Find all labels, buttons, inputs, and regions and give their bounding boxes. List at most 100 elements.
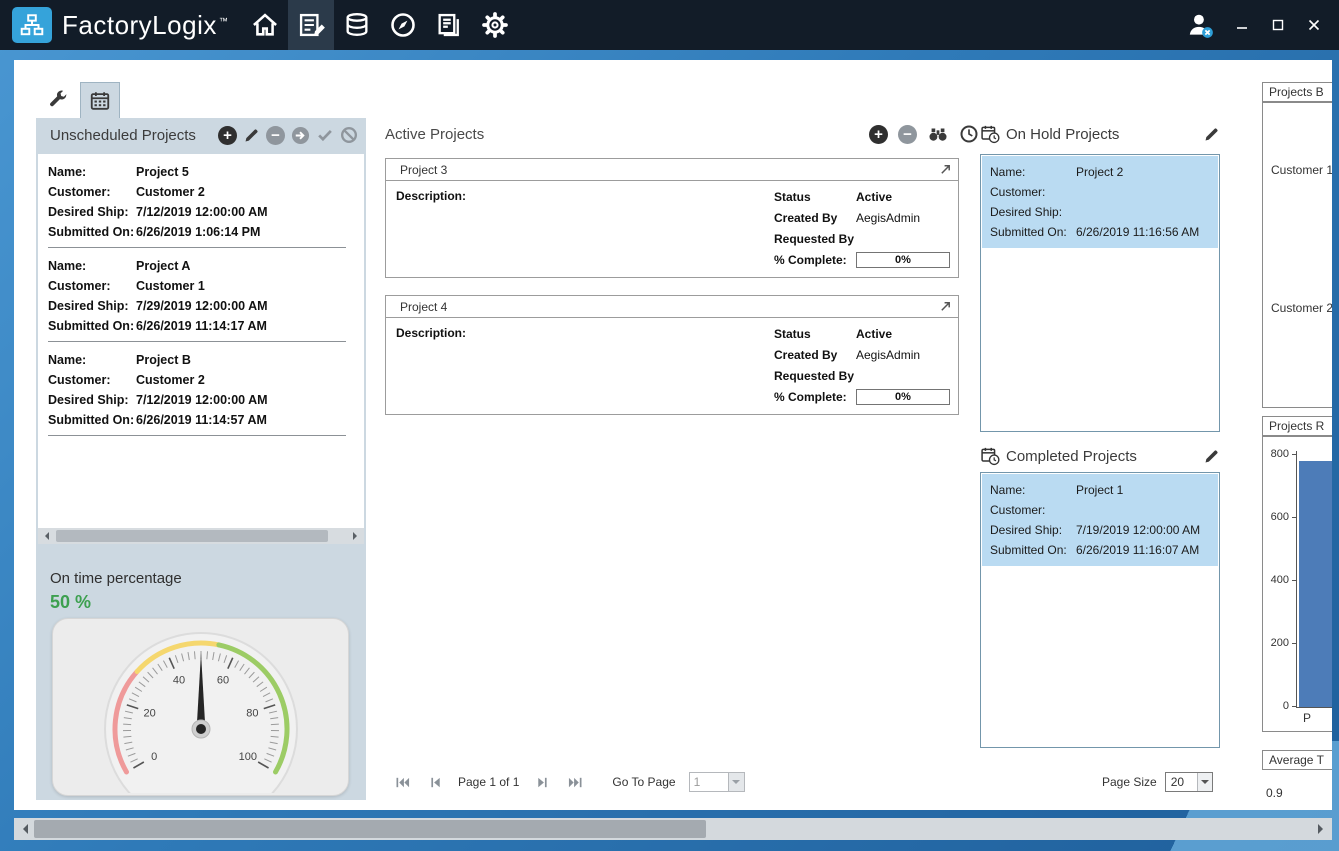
- unscheduled-horizontal-scrollbar[interactable]: [38, 528, 364, 544]
- previous-page-button[interactable]: [425, 774, 445, 790]
- project-card-header[interactable]: Project 3: [386, 159, 958, 181]
- maximize-button[interactable]: [1269, 16, 1287, 34]
- remove-project-button[interactable]: −: [266, 126, 285, 145]
- scroll-right-arrow[interactable]: [348, 528, 364, 544]
- field-value: 6/26/2019 1:06:14 PM: [136, 222, 260, 242]
- unscheduled-project-item[interactable]: Name:Project B Customer:Customer 2 Desir…: [38, 342, 364, 436]
- project-card-header[interactable]: Project 4: [386, 296, 958, 318]
- created-by-value: AegisAdmin: [856, 348, 920, 362]
- first-page-button[interactable]: [392, 774, 412, 790]
- app-window: FactoryLogix™: [0, 0, 1339, 851]
- scroll-track[interactable]: [54, 528, 348, 544]
- x-axis-line: [1296, 707, 1332, 708]
- on-hold-project-item[interactable]: Name:Project 2 Customer: Desired Ship: S…: [982, 156, 1218, 248]
- field-label: Customer:: [48, 370, 136, 390]
- y-axis-tick: 600: [1263, 511, 1289, 523]
- percent-complete-field[interactable]: 0%: [856, 252, 950, 268]
- add-project-button[interactable]: +: [218, 126, 237, 145]
- on-hold-header: On Hold Projects: [980, 124, 1220, 144]
- go-to-page-input[interactable]: [689, 772, 729, 792]
- move-to-schedule-button[interactable]: [291, 126, 310, 145]
- edit-project-button[interactable]: [243, 127, 260, 144]
- completed-project-item[interactable]: Name:Project 1 Customer: Desired Ship:7/…: [982, 474, 1218, 566]
- field-label: Desired Ship:: [48, 296, 136, 316]
- field-label: Submitted On:: [990, 540, 1076, 560]
- y-axis-tick: 800: [1263, 448, 1289, 460]
- percent-complete-field[interactable]: 0%: [856, 389, 950, 405]
- field-label: Desired Ship:: [990, 520, 1076, 540]
- field-value: 6/26/2019 11:16:56 AM: [1076, 222, 1199, 242]
- approve-project-button[interactable]: [316, 126, 334, 144]
- x-axis-label: P: [1303, 711, 1311, 725]
- page-size-select[interactable]: 20: [1165, 772, 1213, 792]
- page-size-dropdown-arrow-icon: [1197, 773, 1212, 791]
- scroll-right-arrow[interactable]: [1314, 818, 1332, 840]
- add-active-project-button[interactable]: +: [869, 125, 888, 144]
- scroll-left-arrow[interactable]: [38, 528, 54, 544]
- nav-documents-icon[interactable]: [426, 0, 472, 50]
- percent-complete-label: % Complete:: [774, 390, 856, 404]
- svg-text:20: 20: [143, 707, 155, 719]
- nav-npi-projects-icon[interactable]: [288, 0, 334, 50]
- unscheduled-panel: Unscheduled Projects + −: [36, 118, 366, 800]
- app-title: FactoryLogix™: [62, 10, 228, 41]
- item-separator: [48, 435, 346, 436]
- scroll-track[interactable]: [32, 818, 1314, 840]
- cancel-project-button[interactable]: [340, 126, 358, 144]
- expand-icon[interactable]: [939, 163, 952, 176]
- scroll-left-arrow[interactable]: [14, 818, 32, 840]
- edit-completed-button[interactable]: [1203, 448, 1220, 465]
- history-button[interactable]: [959, 124, 979, 144]
- field-label: Name:: [48, 256, 136, 276]
- edit-on-hold-button[interactable]: [1203, 126, 1220, 143]
- user-logout-icon[interactable]: [1185, 10, 1215, 40]
- field-value: 6/26/2019 11:14:57 AM: [136, 410, 267, 430]
- project-card-body: Description: StatusActive Created ByAegi…: [386, 318, 958, 414]
- scroll-thumb[interactable]: [56, 530, 328, 542]
- next-page-button[interactable]: [532, 774, 552, 790]
- last-page-button[interactable]: [565, 774, 585, 790]
- block-icon: [340, 126, 358, 144]
- on-time-percentage-value: 50 %: [50, 592, 91, 613]
- y-axis-tick: 400: [1263, 574, 1289, 586]
- field-value: Project 5: [136, 162, 189, 182]
- field-value: 6/26/2019 11:14:17 AM: [136, 316, 267, 336]
- completed-header: Completed Projects: [980, 446, 1220, 466]
- remove-active-project-button[interactable]: −: [898, 125, 917, 144]
- go-to-page-label: Go To Page: [612, 775, 675, 789]
- go-to-page-dropdown-arrow-icon[interactable]: [729, 772, 745, 792]
- calendar-clock-icon: [980, 124, 1000, 144]
- minimize-button[interactable]: [1233, 16, 1251, 34]
- nav-home-icon[interactable]: [242, 0, 288, 50]
- pencil-icon: [243, 127, 260, 144]
- tab-tools[interactable]: [38, 82, 78, 118]
- field-value: Project B: [136, 350, 191, 370]
- projects-chart-title: Projects R: [1262, 416, 1332, 436]
- project-meta: StatusActive Created ByAegisAdmin Reques…: [774, 323, 956, 407]
- unscheduled-header: Unscheduled Projects + −: [36, 118, 366, 152]
- tab-schedule[interactable]: [80, 82, 120, 118]
- nav-materials-icon[interactable]: [334, 0, 380, 50]
- unscheduled-project-item[interactable]: Name:Project 5 Customer:Customer 2 Desir…: [38, 154, 364, 248]
- page-size-control: Page Size 20: [1102, 772, 1213, 792]
- find-project-button[interactable]: [927, 123, 949, 145]
- expand-icon[interactable]: [939, 300, 952, 313]
- window-horizontal-scrollbar[interactable]: [14, 818, 1332, 840]
- svg-text:100: 100: [238, 751, 256, 763]
- category-label: Customer 1: [1271, 163, 1332, 177]
- trademark: ™: [219, 16, 229, 26]
- unscheduled-project-item[interactable]: Name:Project A Customer:Customer 1 Desir…: [38, 248, 364, 342]
- nav-routing-icon[interactable]: [380, 0, 426, 50]
- close-button[interactable]: [1305, 16, 1323, 34]
- projects-chart-panel: 800 600 400 200 0 P: [1262, 436, 1332, 732]
- scroll-thumb[interactable]: [34, 820, 706, 838]
- on-hold-list: Name:Project 2 Customer: Desired Ship: S…: [980, 154, 1220, 432]
- created-by-value: AegisAdmin: [856, 211, 920, 225]
- field-label: Desired Ship:: [48, 390, 136, 410]
- main-content: Unscheduled Projects + −: [14, 60, 1332, 810]
- nav-settings-gear-icon[interactable]: [472, 0, 518, 50]
- on-hold-title: On Hold Projects: [1006, 126, 1119, 143]
- unscheduled-title: Unscheduled Projects: [50, 127, 196, 144]
- pagination: Page 1 of 1 Go To Page: [392, 772, 745, 792]
- field-label: Customer:: [990, 500, 1076, 520]
